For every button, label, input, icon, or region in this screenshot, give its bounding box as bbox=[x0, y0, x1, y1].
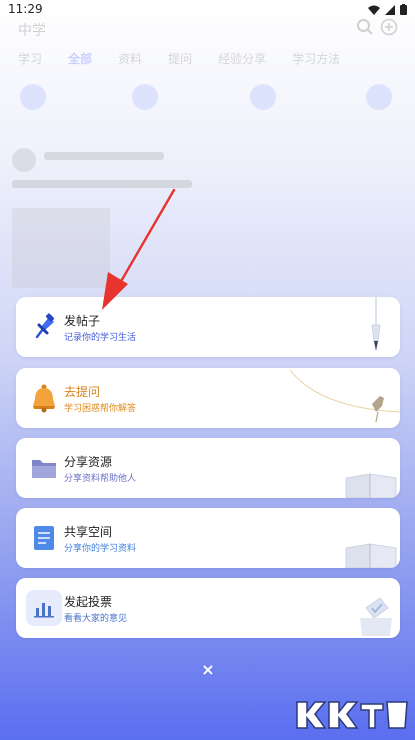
category-icon bbox=[250, 84, 276, 110]
bird-branch-decoration bbox=[290, 369, 400, 423]
background-category-icons bbox=[18, 80, 398, 130]
pen-decoration bbox=[371, 297, 381, 351]
status-time: 11:29 bbox=[8, 2, 43, 16]
card-title: 发帖子 bbox=[64, 314, 101, 328]
card-subtitle: 学习困惑帮你解答 bbox=[64, 404, 137, 414]
wifi-icon bbox=[368, 5, 380, 15]
tab-methods: 学习方法 bbox=[292, 52, 341, 66]
card-title: 去提问 bbox=[64, 385, 101, 399]
pushpin-icon bbox=[26, 309, 62, 345]
card-subtitle: 分享你的学习资料 bbox=[64, 544, 137, 554]
grade-selector: 中学 bbox=[18, 23, 46, 39]
bell-icon bbox=[26, 380, 62, 416]
folder-icon bbox=[26, 450, 62, 486]
tab-experience: 经验分享 bbox=[218, 52, 267, 66]
card-title: 共享空间 bbox=[64, 525, 113, 539]
search-icon bbox=[357, 19, 373, 35]
close-button[interactable]: × bbox=[198, 659, 218, 679]
card-title: 分享资源 bbox=[64, 455, 113, 469]
category-icon bbox=[132, 84, 158, 110]
status-icons bbox=[368, 4, 407, 15]
watermark-logo bbox=[296, 701, 408, 729]
category-icon bbox=[20, 84, 46, 110]
background-post-image bbox=[12, 208, 110, 288]
close-icon: × bbox=[201, 659, 215, 679]
status-bar: 11:29 bbox=[0, 0, 415, 20]
book-decoration bbox=[345, 543, 397, 568]
card-subtitle: 看看大家的意见 bbox=[64, 614, 128, 624]
add-icon bbox=[380, 18, 398, 36]
book-decoration bbox=[345, 473, 397, 498]
ask-question-card[interactable]: 去提问 学习困惑帮你解答 bbox=[16, 368, 400, 428]
card-title: 发起投票 bbox=[64, 595, 113, 609]
background-tabs: 学习 全部 资料 提问 经验分享 学习方法 bbox=[18, 50, 340, 67]
tab-all: 全部 bbox=[68, 52, 93, 66]
ballot-box-decoration bbox=[360, 597, 392, 636]
signal-icon bbox=[385, 4, 395, 15]
bar-chart-icon bbox=[26, 590, 62, 626]
tab-materials: 资料 bbox=[118, 52, 143, 66]
card-subtitle: 记录你的学习生活 bbox=[64, 333, 137, 343]
shared-space-card[interactable]: 共享空间 分享你的学习资料 bbox=[16, 508, 400, 568]
avatar bbox=[12, 148, 36, 172]
background-post bbox=[12, 148, 192, 188]
category-icon bbox=[366, 84, 392, 110]
start-poll-card[interactable]: 发起投票 看看大家的意见 bbox=[16, 578, 400, 638]
tab-questions: 提问 bbox=[168, 52, 193, 66]
post-action-card[interactable]: 发帖子 记录你的学习生活 bbox=[16, 297, 400, 357]
tab-study: 学习 bbox=[18, 52, 43, 66]
share-resources-card[interactable]: 分享资源 分享资料帮助他人 bbox=[16, 438, 400, 498]
card-subtitle: 分享资料帮助他人 bbox=[64, 474, 137, 484]
battery-icon bbox=[400, 4, 407, 15]
document-icon bbox=[26, 520, 62, 556]
background-header: 中学 bbox=[18, 18, 398, 39]
